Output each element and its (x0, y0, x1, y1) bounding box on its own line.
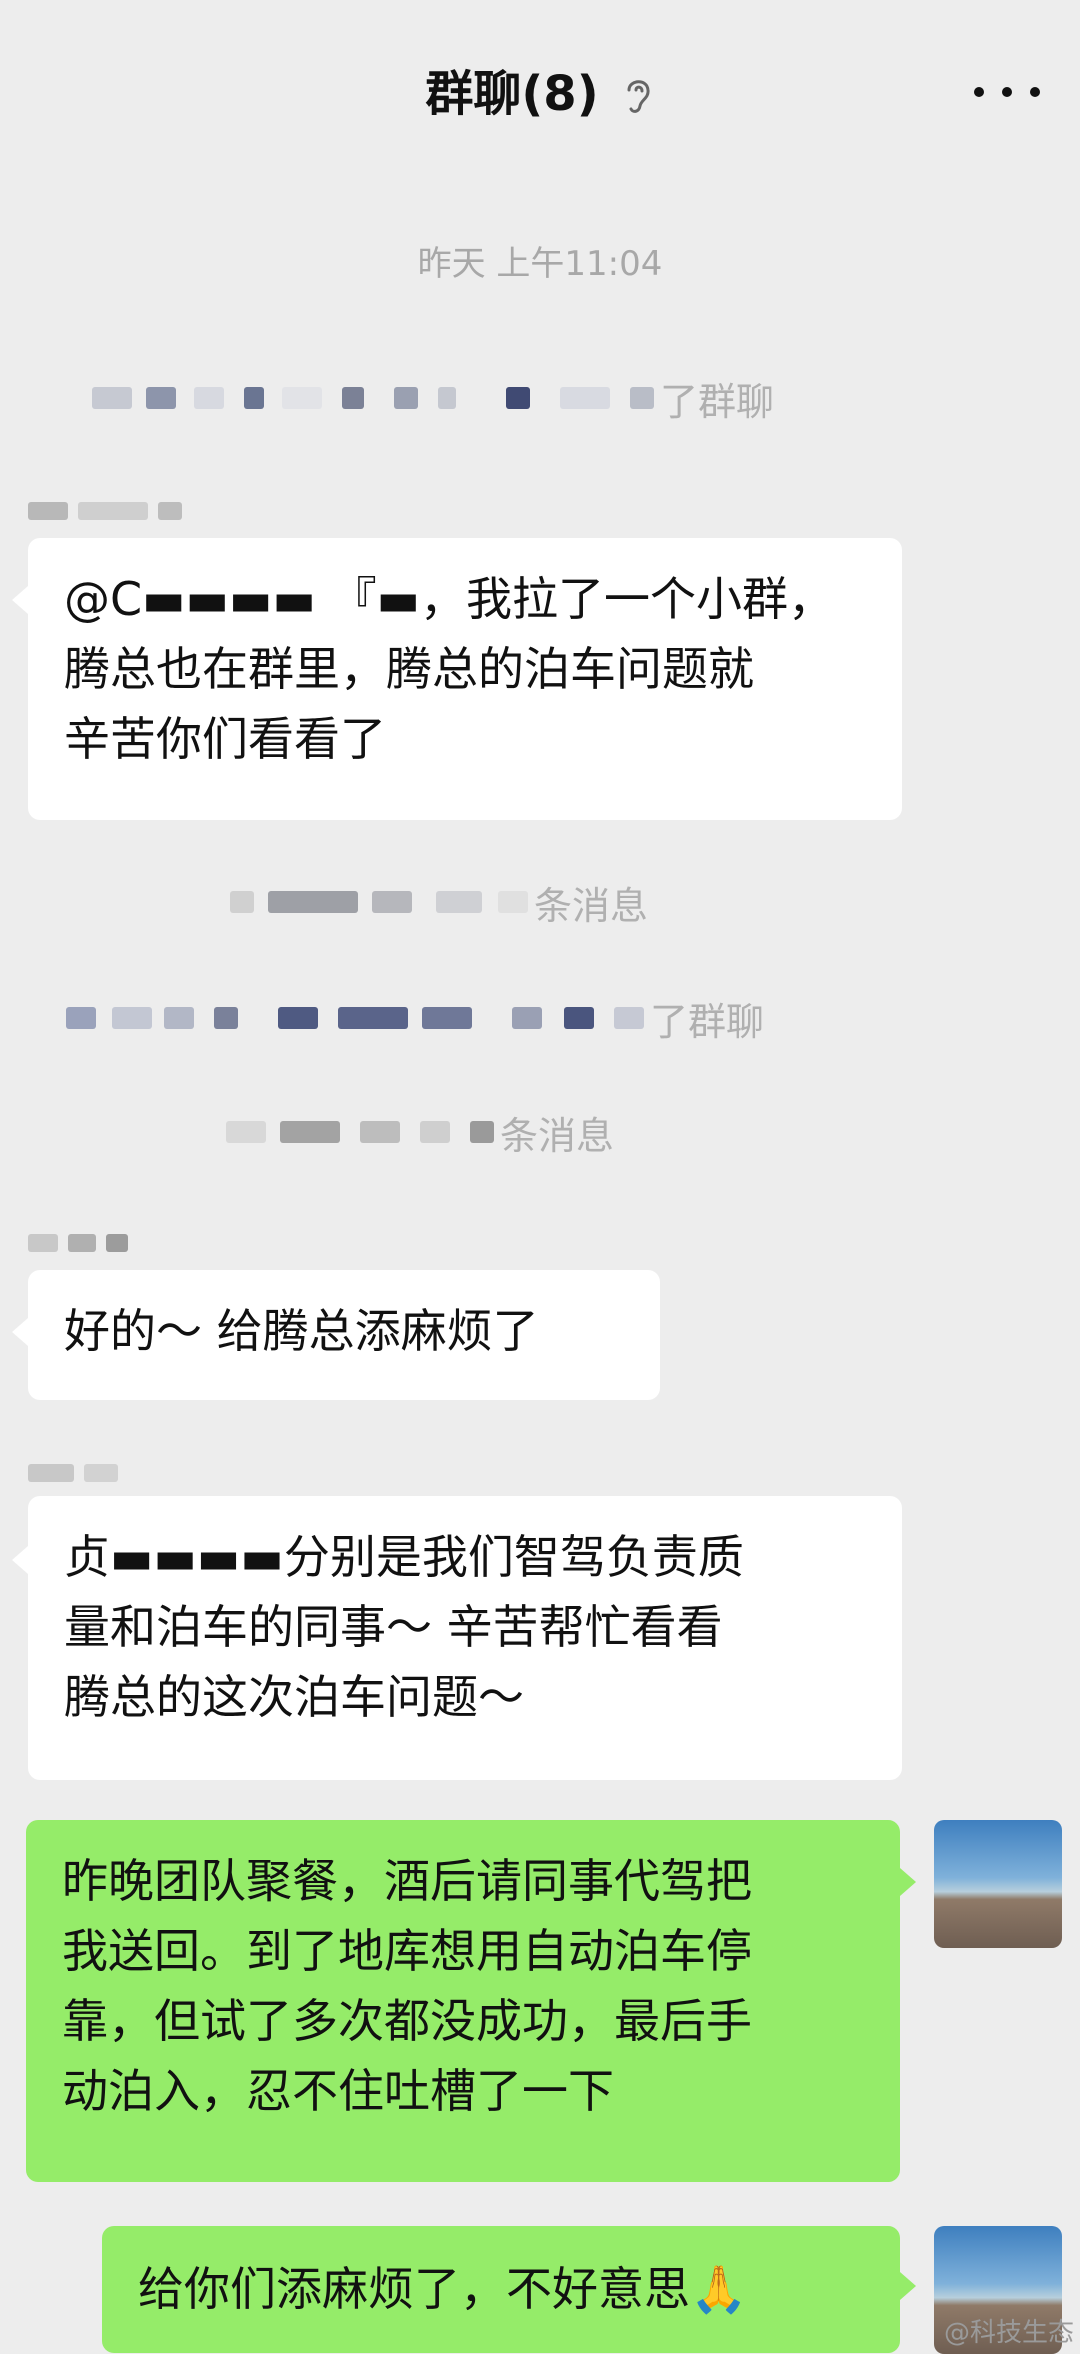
message-bubble[interactable]: 给你们添麻烦了，不好意思🙏 (102, 2226, 900, 2353)
system-message-text: 条消息 (500, 1113, 615, 1158)
pray-emoji-icon: 🙏 (690, 2262, 748, 2316)
watermark: @科技生态 (943, 2318, 1074, 2348)
message-text: 给你们添麻烦了，不好意思 (138, 2262, 690, 2316)
message-line: 贞▬▬▬▬分别是我们智驾负责质 (64, 1530, 744, 1584)
message-line: 靠，但试了多次都没成功，最后手 (62, 1994, 752, 2048)
message-line: 好的～ 给腾总添麻烦了 (64, 1304, 539, 1358)
message-timestamp: 昨天 上午11:04 (417, 244, 663, 284)
bubble-tail (12, 1546, 28, 1574)
message-line: 腾总的这次泊车问题～ (64, 1670, 524, 1724)
message-line: 动泊入，忍不住吐槽了一下 (62, 2064, 614, 2118)
message-bubble[interactable]: 贞▬▬▬▬分别是我们智驾负责质 量和泊车的同事～ 辛苦帮忙看看 腾总的这次泊车问… (28, 1496, 902, 1780)
system-message-text: 了群聊 (650, 999, 765, 1044)
sender-name (28, 1458, 118, 1488)
bubble-tail (900, 2272, 916, 2300)
message-line: 辛苦你们看看了 (64, 712, 386, 766)
sender-name (28, 496, 182, 526)
system-message: 了群聊 (92, 372, 774, 424)
more-dots-icon[interactable] (974, 70, 1040, 114)
chat-title[interactable]: 群聊(8) (0, 64, 1080, 124)
message-bubble[interactable]: 好的～ 给腾总添麻烦了 (28, 1270, 660, 1400)
system-message: 条消息 (226, 1106, 614, 1158)
bubble-tail (900, 1868, 916, 1896)
sender-name (28, 1228, 128, 1258)
message-line: 腾总也在群里，腾总的泊车问题就 (64, 642, 754, 696)
message-line: 量和泊车的同事～ 辛苦帮忙看看 (64, 1600, 723, 1654)
system-message: 条消息 (230, 876, 648, 928)
bubble-tail (12, 1318, 28, 1346)
group-name: 群聊(8) (425, 66, 599, 122)
system-message-text: 了群聊 (660, 379, 775, 424)
message-line: 我送回。到了地库想用自动泊车停 (62, 1924, 752, 1978)
ear-icon (627, 80, 650, 113)
message-bubble[interactable]: 昨晚团队聚餐，酒后请同事代驾把 我送回。到了地库想用自动泊车停 靠，但试了多次都… (26, 1820, 900, 2182)
chat-header: 群聊(8) (0, 0, 1080, 190)
avatar[interactable] (934, 1820, 1062, 1948)
system-message-text: 条消息 (534, 883, 649, 928)
message-line: 昨晚团队聚餐，酒后请同事代驾把 (62, 1854, 752, 1908)
system-message: 了群聊 (66, 992, 764, 1044)
bubble-tail (12, 586, 28, 614)
message-bubble[interactable]: @C▬▬▬▬ 『▬，我拉了一个小群， 腾总也在群里，腾总的泊车问题就 辛苦你们看… (28, 538, 902, 820)
message-line: @C▬▬▬▬ 『▬，我拉了一个小群， (64, 572, 835, 626)
